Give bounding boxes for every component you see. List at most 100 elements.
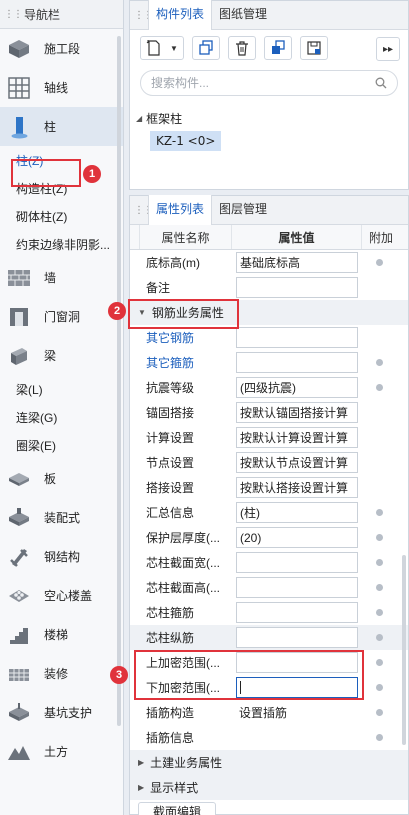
add-checkbox[interactable] xyxy=(376,359,383,366)
tree-node-frame-column[interactable]: ◢ 框架柱 xyxy=(130,110,408,127)
nav-item-stairs[interactable]: 楼梯 xyxy=(0,615,123,654)
add-checkbox[interactable] xyxy=(376,634,383,641)
drag-grip-icon[interactable]: ⋮⋮ xyxy=(134,205,153,216)
copy-layer-button[interactable] xyxy=(264,36,292,60)
nav-sub-edge-nonshadow[interactable]: 约束边缘非阴影... xyxy=(0,230,123,258)
tree-item-kz1[interactable]: KZ-1 <0> xyxy=(150,131,222,151)
property-value-field[interactable] xyxy=(236,552,358,573)
nav-scrollbar[interactable] xyxy=(117,36,121,726)
group-display-style[interactable]: ▶ 显示样式 xyxy=(130,775,408,800)
search-input[interactable] xyxy=(151,76,375,90)
property-value-cell xyxy=(232,677,362,698)
copy-button[interactable] xyxy=(192,36,220,60)
tab-drawing-management[interactable]: 图纸管理 xyxy=(212,0,274,29)
new-component-button[interactable]: ▼ xyxy=(140,36,184,60)
tab-property-list[interactable]: 属性列表 xyxy=(148,195,213,225)
property-value-field[interactable]: 按默认节点设置计算 xyxy=(236,452,358,473)
nav-sub-constructional-column[interactable]: 构造柱(Z) xyxy=(0,174,123,202)
property-value-cell: (20) xyxy=(232,527,362,548)
property-value-field[interactable] xyxy=(236,327,358,348)
property-add-cell xyxy=(362,650,400,675)
property-value-field[interactable] xyxy=(236,602,358,623)
group-rebar-properties[interactable]: ▼ 钢筋业务属性 xyxy=(130,300,408,325)
property-value-field[interactable] xyxy=(236,277,358,298)
property-value-field[interactable]: (四级抗震) xyxy=(236,377,358,398)
add-checkbox[interactable] xyxy=(376,584,383,591)
property-value-field[interactable] xyxy=(236,677,358,698)
property-value-field[interactable]: 设置插筋 xyxy=(236,704,362,721)
property-add-cell xyxy=(362,325,400,350)
nav-item-prefab[interactable]: 装配式 xyxy=(0,498,123,537)
property-value-field[interactable]: (柱) xyxy=(236,502,358,523)
property-value-field[interactable]: 按默认锚固搭接计算 xyxy=(236,402,358,423)
add-checkbox[interactable] xyxy=(376,684,383,691)
section-edit-button[interactable]: 截面编辑 xyxy=(138,802,216,815)
property-add-cell xyxy=(362,500,400,525)
search-box[interactable] xyxy=(140,70,398,96)
property-panel: ⋮⋮ 属性列表 图层管理 属性名称 属性值 附加 底标高(m) 基础底标高 备注 ▼ 钢… xyxy=(129,195,409,815)
property-row: 其它箍筋 xyxy=(130,350,408,375)
property-row: 保护层厚度(... (20) xyxy=(130,525,408,550)
property-value-field[interactable]: (20) xyxy=(236,527,358,548)
construction-segment-icon xyxy=(6,36,32,62)
nav-item-earthwork[interactable]: 土方 xyxy=(0,732,123,771)
add-checkbox[interactable] xyxy=(376,384,383,391)
nav-item-decoration[interactable]: 装修 xyxy=(0,654,123,693)
nav-item-wall[interactable]: 墙 xyxy=(0,258,123,297)
nav-item-grid-axis[interactable]: 轴线 xyxy=(0,68,123,107)
drag-grip-icon[interactable]: ⋮⋮ xyxy=(134,10,153,21)
earthwork-icon xyxy=(6,739,32,765)
save-button[interactable] xyxy=(300,36,328,60)
property-value-text: 按默认搭接设置计算 xyxy=(240,481,349,495)
property-value-field[interactable]: 按默认搭接设置计算 xyxy=(236,477,358,498)
more-tools-button[interactable]: ▸▸ xyxy=(376,37,400,61)
property-name: 计算设置 xyxy=(146,431,195,445)
add-checkbox[interactable] xyxy=(376,559,383,566)
nav-sub-beam-l[interactable]: 梁(L) xyxy=(0,375,123,403)
property-value-field[interactable] xyxy=(236,627,358,648)
nav-item-door-window[interactable]: 门窗洞 xyxy=(0,297,123,336)
nav-item-column[interactable]: 柱 xyxy=(0,107,123,146)
add-checkbox[interactable] xyxy=(376,509,383,516)
add-checkbox[interactable] xyxy=(376,709,383,716)
caret-right-icon[interactable]: ▶ xyxy=(138,758,144,767)
tab-component-list[interactable]: 构件列表 xyxy=(148,0,213,30)
property-value-cell: (柱) xyxy=(232,502,362,523)
delete-button[interactable] xyxy=(228,36,256,60)
property-value-field[interactable] xyxy=(236,652,358,673)
nav-sub-ring-beam[interactable]: 圈梁(E) xyxy=(0,431,123,459)
nav-item-construction-segment[interactable]: 施工段 xyxy=(0,29,123,68)
property-value-field[interactable] xyxy=(236,577,358,598)
property-value-cell xyxy=(232,552,362,573)
property-add-cell xyxy=(362,275,400,300)
nav-label: 钢结构 xyxy=(44,550,81,564)
tab-layer-management[interactable]: 图层管理 xyxy=(212,195,274,224)
nav-sub-column-z[interactable]: 柱(Z) xyxy=(0,146,123,174)
caret-down-icon[interactable]: ▼ xyxy=(138,308,146,317)
nav-item-pit-support[interactable]: 基坑支护 xyxy=(0,693,123,732)
property-value-field[interactable] xyxy=(236,352,358,373)
drag-grip-icon[interactable]: ⋮⋮ xyxy=(4,9,23,20)
add-checkbox[interactable] xyxy=(376,659,383,666)
add-checkbox[interactable] xyxy=(376,609,383,616)
caret-right-icon[interactable]: ▶ xyxy=(138,783,144,792)
property-value-field[interactable]: 按默认计算设置计算 xyxy=(236,427,358,448)
nav-item-hollow-floor[interactable]: 空心楼盖 xyxy=(0,576,123,615)
property-value-field[interactable]: 基础底标高 xyxy=(236,252,358,273)
nav-item-steel-structure[interactable]: 钢结构 xyxy=(0,537,123,576)
column-icon xyxy=(6,114,32,140)
chevron-down-icon[interactable]: ▼ xyxy=(170,44,178,53)
property-row: 插筋构造 设置插筋 xyxy=(130,700,408,725)
add-checkbox[interactable] xyxy=(376,734,383,741)
add-checkbox[interactable] xyxy=(376,259,383,266)
nav-sub-coupling-beam[interactable]: 连梁(G) xyxy=(0,403,123,431)
nav-sub-masonry-column[interactable]: 砌体柱(Z) xyxy=(0,202,123,230)
nav-item-slab[interactable]: 板 xyxy=(0,459,123,498)
caret-down-icon[interactable]: ◢ xyxy=(136,114,142,123)
property-scrollbar[interactable] xyxy=(402,555,406,745)
search-icon[interactable] xyxy=(375,77,387,89)
group-civil-properties[interactable]: ▶ 土建业务属性 xyxy=(130,750,408,775)
property-row: 节点设置 按默认节点设置计算 xyxy=(130,450,408,475)
nav-item-beam[interactable]: 梁 xyxy=(0,336,123,375)
add-checkbox[interactable] xyxy=(376,534,383,541)
